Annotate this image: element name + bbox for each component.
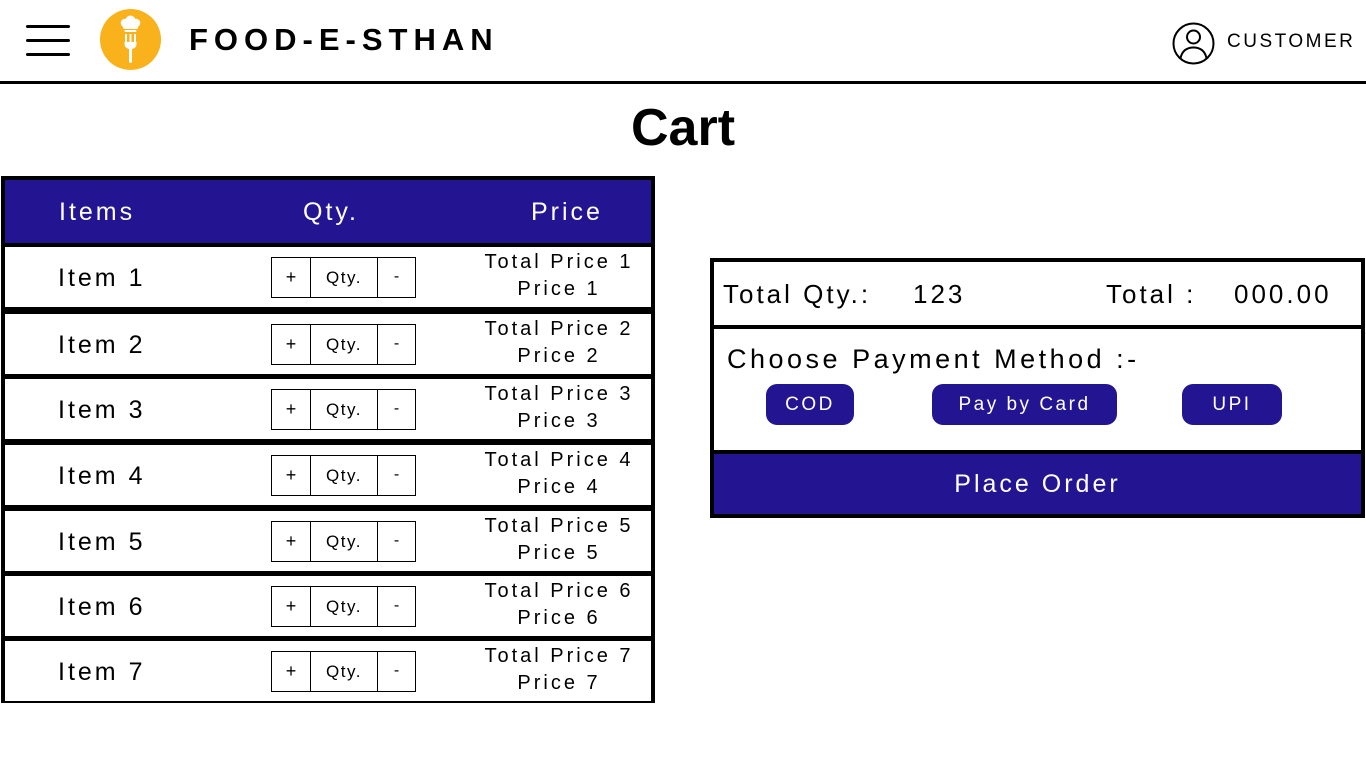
decrease-qty-button[interactable]: - xyxy=(378,522,415,561)
upi-button[interactable]: UPI xyxy=(1182,384,1282,425)
qty-value[interactable]: Qty. xyxy=(311,587,378,626)
column-header-price: Price xyxy=(531,198,603,226)
pay-by-card-button[interactable]: Pay by Card xyxy=(932,384,1117,425)
app-header: FOOD-E-STHAN CUSTOMER xyxy=(0,0,1366,84)
total-price: Total Price 4 xyxy=(484,449,634,471)
total-price: Total Price 5 xyxy=(484,515,634,537)
menu-line xyxy=(26,39,70,42)
cart-row: Item 6 + Qty. - Total Price 6 Price 6 xyxy=(5,576,651,636)
total-price: Total Price 2 xyxy=(484,318,634,340)
item-name: Item 3 xyxy=(58,396,146,424)
cart-row: Item 3 + Qty. - Total Price 3 Price 3 xyxy=(5,379,651,439)
place-order-button[interactable]: Place Order xyxy=(714,454,1361,514)
item-name: Item 2 xyxy=(58,331,146,359)
cart-row: Item 5 + Qty. - Total Price 5 Price 5 xyxy=(5,511,651,571)
unit-price: Price 6 xyxy=(517,607,601,629)
cart-row: Item 7 + Qty. - Total Price 7 Price 7 xyxy=(5,641,651,701)
cart-row: Item 1 + Qty. - Total Price 1 Price 1 xyxy=(5,247,651,307)
decrease-qty-button[interactable]: - xyxy=(378,652,415,691)
quantity-stepper: + Qty. - xyxy=(271,324,416,365)
price-cell: Total Price 3 Price 3 xyxy=(473,381,645,435)
order-summary-panel: Total Qty.: 123 Total : 000.00 Choose Pa… xyxy=(710,258,1365,518)
brand-name: FOOD-E-STHAN xyxy=(189,22,499,57)
increase-qty-button[interactable]: + xyxy=(272,258,311,297)
total-amount-value: 000.00 xyxy=(1234,279,1332,309)
price-cell: Total Price 5 Price 5 xyxy=(473,513,645,567)
totals-box: Total Qty.: 123 Total : 000.00 xyxy=(714,262,1361,325)
total-price: Total Price 1 xyxy=(484,251,634,273)
qty-value[interactable]: Qty. xyxy=(311,258,378,297)
menu-line xyxy=(26,53,70,56)
qty-value[interactable]: Qty. xyxy=(311,522,378,561)
chef-fork-logo-icon[interactable] xyxy=(100,9,161,70)
menu-line xyxy=(26,25,70,28)
payment-method-box: Choose Payment Method :- COD Pay by Card… xyxy=(714,329,1361,450)
hamburger-menu-icon[interactable] xyxy=(26,24,70,56)
qty-value[interactable]: Qty. xyxy=(311,652,378,691)
price-cell: Total Price 6 Price 6 xyxy=(473,578,645,632)
item-name: Item 4 xyxy=(58,462,146,490)
item-name: Item 6 xyxy=(58,593,146,621)
total-amount-label: Total : xyxy=(1106,279,1197,309)
cart-row: Item 4 + Qty. - Total Price 4 Price 4 xyxy=(5,445,651,505)
total-qty-value: 123 xyxy=(913,279,966,309)
column-header-items: Items xyxy=(59,198,136,226)
price-cell: Total Price 4 Price 4 xyxy=(473,447,645,501)
increase-qty-button[interactable]: + xyxy=(272,390,311,429)
item-name: Item 7 xyxy=(58,658,146,686)
qty-value[interactable]: Qty. xyxy=(311,325,378,364)
quantity-stepper: + Qty. - xyxy=(271,521,416,562)
decrease-qty-button[interactable]: - xyxy=(378,587,415,626)
increase-qty-button[interactable]: + xyxy=(272,522,311,561)
quantity-stepper: + Qty. - xyxy=(271,455,416,496)
item-name: Item 1 xyxy=(58,264,146,292)
price-cell: Total Price 7 Price 7 xyxy=(473,643,645,697)
page-title: Cart xyxy=(630,99,736,157)
qty-value[interactable]: Qty. xyxy=(311,390,378,429)
qty-value[interactable]: Qty. xyxy=(311,456,378,495)
unit-price: Price 2 xyxy=(517,345,601,367)
payment-method-title: Choose Payment Method :- xyxy=(727,344,1140,374)
total-price: Total Price 7 xyxy=(484,645,634,667)
cart-table: Items Qty. Price Item 1 + Qty. - Total P… xyxy=(1,176,655,703)
quantity-stepper: + Qty. - xyxy=(271,389,416,430)
price-cell: Total Price 1 Price 1 xyxy=(473,249,645,303)
total-qty-label: Total Qty.: xyxy=(723,279,872,309)
decrease-qty-button[interactable]: - xyxy=(378,258,415,297)
total-price: Total Price 6 xyxy=(484,580,634,602)
cart-table-header: Items Qty. Price xyxy=(5,180,651,243)
increase-qty-button[interactable]: + xyxy=(272,587,311,626)
decrease-qty-button[interactable]: - xyxy=(378,325,415,364)
cart-row: Item 2 + Qty. - Total Price 2 Price 2 xyxy=(5,314,651,374)
customer-account-link[interactable]: CUSTOMER xyxy=(1227,31,1355,53)
unit-price: Price 3 xyxy=(517,410,601,432)
decrease-qty-button[interactable]: - xyxy=(378,456,415,495)
total-price: Total Price 3 xyxy=(484,383,634,405)
increase-qty-button[interactable]: + xyxy=(272,325,311,364)
item-name: Item 5 xyxy=(58,528,146,556)
price-cell: Total Price 2 Price 2 xyxy=(473,316,645,370)
unit-price: Price 7 xyxy=(517,672,601,694)
unit-price: Price 1 xyxy=(517,278,601,300)
increase-qty-button[interactable]: + xyxy=(272,652,311,691)
increase-qty-button[interactable]: + xyxy=(272,456,311,495)
decrease-qty-button[interactable]: - xyxy=(378,390,415,429)
unit-price: Price 4 xyxy=(517,476,601,498)
unit-price: Price 5 xyxy=(517,542,601,564)
quantity-stepper: + Qty. - xyxy=(271,586,416,627)
user-profile-icon[interactable] xyxy=(1172,22,1215,65)
quantity-stepper: + Qty. - xyxy=(271,651,416,692)
column-header-qty: Qty. xyxy=(303,198,359,226)
quantity-stepper: + Qty. - xyxy=(271,257,416,298)
cod-button[interactable]: COD xyxy=(766,384,854,425)
